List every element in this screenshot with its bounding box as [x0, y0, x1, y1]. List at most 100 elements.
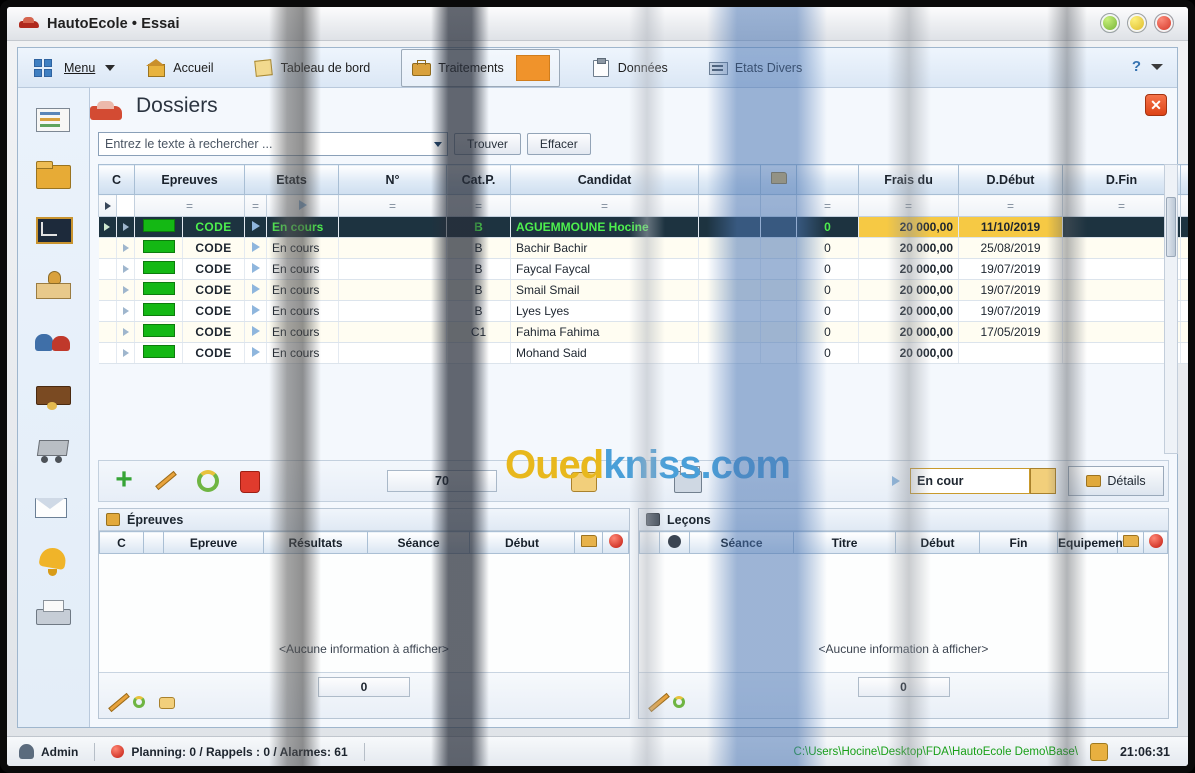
- row-flag[interactable]: [1180, 321, 1188, 343]
- filter-zero[interactable]: =: [796, 194, 860, 217]
- row-flag[interactable]: !: [1180, 216, 1188, 238]
- table-row[interactable]: CODE En cours B Faycal Faycal 0 20 000,0…: [98, 258, 1188, 280]
- filter-pin-cell[interactable]: [98, 194, 117, 217]
- ribbon-item-donnees[interactable]: Données: [582, 54, 677, 81]
- search-dropdown-chevron-icon[interactable]: [434, 142, 442, 147]
- table-row[interactable]: CODE En cours C1 Fahima Fahima 0 20 000,…: [98, 321, 1188, 343]
- epreuves-refresh-icon[interactable]: [133, 695, 149, 711]
- col-dfin[interactable]: D.Fin: [1062, 164, 1182, 195]
- epreuves-col-c[interactable]: C: [99, 531, 144, 554]
- filter-blank1[interactable]: [698, 194, 762, 217]
- sidebar-item-dossiers[interactable]: [32, 157, 76, 195]
- sidebar-item-inscriptions[interactable]: [32, 102, 76, 140]
- print-button[interactable]: [671, 466, 705, 496]
- sidebar-item-candidats[interactable]: [32, 322, 76, 360]
- lecons-edit-icon[interactable]: [647, 692, 670, 713]
- lecons-col-dot[interactable]: [659, 531, 690, 554]
- row-flag[interactable]: [1180, 342, 1188, 364]
- lecons-col-equipement[interactable]: Equipement: [1057, 531, 1127, 554]
- menu-chevron-down-icon[interactable]: [105, 64, 116, 71]
- epreuves-col-alert[interactable]: [602, 531, 629, 554]
- find-button[interactable]: Trouver: [454, 133, 521, 155]
- row-expander[interactable]: [116, 279, 135, 301]
- col-ddebut[interactable]: D.Début: [958, 164, 1064, 195]
- filter-frais[interactable]: =: [858, 194, 960, 217]
- lecons-col-titre[interactable]: Titre: [793, 531, 896, 554]
- filter-catp[interactable]: =: [446, 194, 512, 217]
- table-row[interactable]: CODE En cours B AGUEMMOUNE Hocine 0 20 0…: [98, 216, 1188, 238]
- sidebar-item-impression[interactable]: [32, 597, 76, 635]
- epreuves-col-epreuve[interactable]: Epreuve: [163, 531, 264, 554]
- table-row[interactable]: CODE En cours B Bachir Bachir 0 20 000,0…: [98, 237, 1188, 259]
- filter-dfin[interactable]: =: [1062, 194, 1182, 217]
- table-row[interactable]: CODE En cours Mohand Said 0 20 000,00: [98, 342, 1188, 364]
- sidebar-item-moniteurs[interactable]: [32, 267, 76, 305]
- col-candidat[interactable]: Candidat: [510, 164, 700, 195]
- maximize-button[interactable]: [1127, 13, 1147, 33]
- grid-vertical-scrollbar[interactable]: [1164, 164, 1178, 454]
- filter-folder[interactable]: [760, 194, 798, 217]
- menu-grid-icon[interactable]: [34, 58, 52, 77]
- row-flag[interactable]: [1180, 300, 1188, 322]
- epreuves-col-seance[interactable]: Séance: [367, 531, 470, 554]
- ribbon-item-traitements[interactable]: Traitements: [401, 48, 560, 87]
- epreuves-col-resultats[interactable]: Résultats: [263, 531, 368, 554]
- lecons-col-debut[interactable]: Début: [895, 531, 980, 554]
- col-catp[interactable]: Cat.P.: [446, 164, 512, 195]
- col-folder-icon[interactable]: [760, 164, 798, 195]
- minimize-button[interactable]: [1100, 13, 1120, 33]
- col-c[interactable]: C: [98, 164, 135, 195]
- clear-button[interactable]: Effacer: [526, 133, 591, 155]
- ribbon-collapse-chevron-icon[interactable]: [1151, 63, 1163, 70]
- add-button[interactable]: +: [107, 465, 141, 496]
- details-button[interactable]: Détails: [1068, 466, 1164, 496]
- col-doc-icon[interactable]: [1180, 164, 1188, 195]
- lecons-col-seance[interactable]: Séance: [689, 531, 794, 554]
- row-expander[interactable]: [116, 258, 135, 280]
- filter-epreuves[interactable]: =: [134, 194, 245, 217]
- menu-button[interactable]: Menu: [64, 61, 95, 75]
- close-window-button[interactable]: [1154, 13, 1174, 33]
- filter-doc[interactable]: =: [1180, 194, 1188, 217]
- help-icon[interactable]: ?: [1132, 58, 1141, 75]
- close-page-button[interactable]: ✕: [1145, 94, 1167, 116]
- search-input[interactable]: Entrez le texte à rechercher ...: [98, 132, 448, 156]
- epreuves-edit-icon[interactable]: [107, 692, 130, 713]
- sidebar-item-courrier[interactable]: [32, 487, 76, 525]
- ribbon-item-etats-divers[interactable]: Etats Divers: [699, 54, 811, 81]
- filter-c-input[interactable]: [116, 194, 135, 217]
- memo-button[interactable]: [567, 466, 601, 496]
- col-blank-1[interactable]: [698, 164, 762, 195]
- row-expander[interactable]: [116, 321, 135, 343]
- ribbon-item-tableau-de-bord[interactable]: Tableau de bord: [245, 54, 380, 81]
- lecons-col-alert[interactable]: [1143, 531, 1168, 554]
- epreuves-memo-icon[interactable]: [159, 695, 175, 711]
- row-expander[interactable]: [116, 216, 135, 238]
- row-expander[interactable]: [116, 342, 135, 364]
- ribbon-item-accueil[interactable]: Accueil: [137, 54, 222, 81]
- row-flag[interactable]: !: [1180, 279, 1188, 301]
- lecons-refresh-icon[interactable]: [673, 695, 689, 711]
- col-epreuves[interactable]: Epreuves: [134, 164, 245, 195]
- col-numero[interactable]: N°: [338, 164, 448, 195]
- sidebar-item-cours[interactable]: [32, 212, 76, 250]
- filter-etats[interactable]: =: [244, 194, 267, 217]
- row-expander[interactable]: [116, 237, 135, 259]
- row-flag[interactable]: !: [1180, 258, 1188, 280]
- row-flag[interactable]: !: [1180, 237, 1188, 259]
- grid-scrollbar-thumb[interactable]: [1166, 197, 1176, 257]
- col-etats[interactable]: Etats: [243, 164, 340, 195]
- refresh-button[interactable]: [191, 466, 225, 496]
- filter-candidat[interactable]: =: [510, 194, 700, 217]
- col-zero[interactable]: [796, 164, 860, 195]
- lecons-col-fin[interactable]: Fin: [979, 531, 1058, 554]
- edit-button[interactable]: [149, 466, 183, 496]
- epreuves-col-debut[interactable]: Début: [469, 531, 575, 554]
- col-frais[interactable]: Frais du: [858, 164, 960, 195]
- filter-numero[interactable]: =: [338, 194, 448, 217]
- state-value[interactable]: En cour: [910, 468, 1030, 494]
- sidebar-item-caisse[interactable]: [32, 377, 76, 415]
- state-folder-icon[interactable]: [1030, 468, 1056, 494]
- delete-button[interactable]: [233, 466, 267, 496]
- filter-etats-arrow[interactable]: [265, 194, 340, 217]
